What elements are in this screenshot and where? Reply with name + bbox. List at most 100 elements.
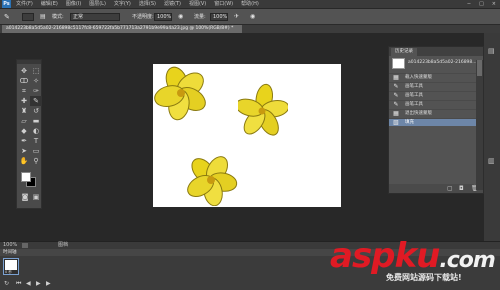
eraser-tool-icon[interactable]: ▱ xyxy=(18,116,30,126)
flow-field[interactable]: 100% xyxy=(210,13,228,21)
history-row-label: 画笔工具 xyxy=(405,84,423,89)
options-bar: ✎ ▤ 模式: 正常 不透明度: 100% ◉ 流量: 100% ✈ ◉ xyxy=(0,9,500,25)
menu-item-edit[interactable]: 编辑(E) xyxy=(41,0,58,8)
stamp-tool-icon[interactable]: ♜ xyxy=(18,106,30,116)
zoom-level[interactable]: 100% xyxy=(3,242,17,249)
status-separator xyxy=(22,243,28,248)
brush-tool-icon[interactable]: ✎ xyxy=(30,96,42,106)
brush-preset-picker[interactable] xyxy=(22,13,34,21)
history-brush-icon[interactable]: ↺ xyxy=(30,106,42,116)
opacity-label: 不透明度: xyxy=(132,14,154,20)
menu-item-help[interactable]: 帮助(H) xyxy=(241,0,259,8)
new-document-icon[interactable]: ▢ xyxy=(447,185,453,192)
menu-item-layer[interactable]: 图层(L) xyxy=(89,0,106,8)
minimize-button[interactable]: − xyxy=(467,0,471,8)
dodge-tool-icon[interactable]: ◐ xyxy=(30,126,42,136)
hand-tool-icon[interactable]: ✋ xyxy=(18,156,30,166)
lasso-tool-icon[interactable]: ↀ xyxy=(18,76,30,86)
healing-tool-icon[interactable]: ✚ xyxy=(18,96,30,106)
next-frame-icon[interactable]: ▶ xyxy=(46,280,51,287)
first-frame-icon[interactable]: ⏮ xyxy=(16,280,21,288)
brush-panel-icon[interactable]: ▤ xyxy=(40,13,46,21)
menu-item-select[interactable]: 选择(S) xyxy=(139,0,156,8)
yellow-flower-image xyxy=(154,66,206,121)
quick-select-tool-icon[interactable]: ✧ xyxy=(30,76,42,86)
menu-item-type[interactable]: 文字(Y) xyxy=(114,0,131,8)
menu-item-filter[interactable]: 滤镜(T) xyxy=(164,0,181,8)
yellow-flower-image xyxy=(187,156,238,206)
opacity-field[interactable]: 100% xyxy=(154,13,172,21)
toolbox: ✥ ⬚ ↀ ✧ ⌗ ✑ ✚ ✎ ♜ ↺ ▱ ▬ ◆ ◐ ✒ T ➤ ▭ ✋ ⚲ … xyxy=(16,59,42,209)
history-row[interactable]: ▦ 载入快速蒙版 xyxy=(389,73,483,81)
pen-tool-icon[interactable]: ✒ xyxy=(18,136,30,146)
photoshop-logo: Ps xyxy=(2,0,11,8)
quick-mask-icon[interactable]: ◙ xyxy=(20,192,30,202)
screen-mode-icon[interactable]: ▣ xyxy=(31,192,41,202)
mode-label: 模式: xyxy=(52,14,64,20)
brush-icon: ✎ xyxy=(393,92,399,99)
loop-icon[interactable]: ↻ xyxy=(4,280,9,287)
panel-icon[interactable]: ▥ xyxy=(488,157,495,165)
pressure-opacity-icon[interactable]: ◉ xyxy=(178,13,183,21)
fill-icon: ▧ xyxy=(393,119,399,126)
history-row[interactable]: ✎ 画笔工具 xyxy=(389,82,483,90)
camera-snapshot-icon[interactable]: ◘ xyxy=(459,185,464,192)
history-row-label: 载入快速蒙版 xyxy=(405,75,432,80)
menu-item-window[interactable]: 窗口(W) xyxy=(214,0,233,8)
watermark-tld: .com xyxy=(439,248,495,273)
watermark-subtitle: 免费网站源码下载站! xyxy=(386,273,462,282)
crop-tool-icon[interactable]: ⌗ xyxy=(18,86,30,96)
history-row[interactable]: ✎ 画笔工具 xyxy=(389,91,483,99)
history-row-selected[interactable]: ▧ 填充 xyxy=(389,118,483,126)
quick-mask-icon: ▦ xyxy=(393,74,399,81)
path-select-tool-icon[interactable]: ➤ xyxy=(18,146,30,156)
brush-tool-icon[interactable]: ✎ xyxy=(4,13,10,21)
document-canvas[interactable] xyxy=(153,64,341,207)
window-controls: − □ × xyxy=(467,0,496,8)
document-info: 图档 xyxy=(58,242,69,248)
frame-delay[interactable]: 0 秒 xyxy=(5,270,12,275)
history-panel-footer: ▢ ◘ 🗑 xyxy=(389,184,483,193)
history-row[interactable]: ✎ 画笔工具 xyxy=(389,100,483,108)
menu-item-file[interactable]: 文件(F) xyxy=(16,0,33,8)
history-snapshot[interactable]: a014223b8a5d5a02-216898... xyxy=(389,57,483,71)
pressure-size-icon[interactable]: ◉ xyxy=(250,13,255,21)
menu-items: 文件(F) 编辑(E) 图像(I) 图层(L) 文字(Y) 选择(S) 滤镜(T… xyxy=(16,0,259,8)
history-panel-header: 历史记录 xyxy=(389,47,483,56)
eyedropper-tool-icon[interactable]: ✑ xyxy=(30,86,42,96)
yellow-flower-image xyxy=(238,83,288,136)
close-button[interactable]: × xyxy=(492,0,496,8)
play-icon[interactable]: ▶ xyxy=(36,280,41,287)
snapshot-label: a014223b8a5d5a02-216898... xyxy=(408,60,477,65)
history-panel: 历史记录 a014223b8a5d5a02-216898... ▦ 载入快速蒙版… xyxy=(388,46,484,194)
menu-item-image[interactable]: 图像(I) xyxy=(66,0,81,8)
zoom-tool-icon[interactable]: ⚲ xyxy=(30,156,42,166)
brush-icon: ✎ xyxy=(393,83,399,90)
type-tool-icon[interactable]: T xyxy=(30,136,42,146)
mode-select[interactable]: 正常 xyxy=(70,13,120,21)
foreground-color-swatch[interactable] xyxy=(21,172,31,182)
maximize-button[interactable]: □ xyxy=(479,0,484,8)
panel-icon[interactable]: ▤ xyxy=(488,47,495,55)
watermark-brand: aspku xyxy=(330,236,440,276)
shape-tool-icon[interactable]: ▭ xyxy=(30,146,42,156)
history-row-label: 画笔工具 xyxy=(405,102,423,107)
menu-item-view[interactable]: 视图(V) xyxy=(189,0,206,8)
prev-frame-icon[interactable]: ◀ xyxy=(26,280,31,287)
flow-label: 流量: xyxy=(194,14,206,20)
timeline-title[interactable]: 时间轴 xyxy=(3,249,17,256)
gradient-tool-icon[interactable]: ▬ xyxy=(30,116,42,126)
toolbox-grip[interactable] xyxy=(17,60,41,64)
panel-scrollbar[interactable] xyxy=(476,60,483,190)
blur-tool-icon[interactable]: ◆ xyxy=(18,126,30,136)
document-tab[interactable]: a014223b8a5d5a02-216898c5117fc8-659722fa… xyxy=(2,25,242,33)
scrollbar-thumb[interactable] xyxy=(477,60,482,76)
history-row-label: 画笔工具 xyxy=(405,93,423,98)
animation-frame[interactable]: 0 秒 xyxy=(3,258,19,275)
collapsed-panel-strip: ▤ ▥ xyxy=(484,33,500,241)
airbrush-icon[interactable]: ✈ xyxy=(234,13,239,21)
history-row[interactable]: ▦ 退出快速蒙版 xyxy=(389,109,483,117)
marquee-tool-icon[interactable]: ⬚ xyxy=(30,66,42,76)
tab-history[interactable]: 历史记录 xyxy=(391,48,417,56)
move-tool-icon[interactable]: ✥ xyxy=(18,66,30,76)
